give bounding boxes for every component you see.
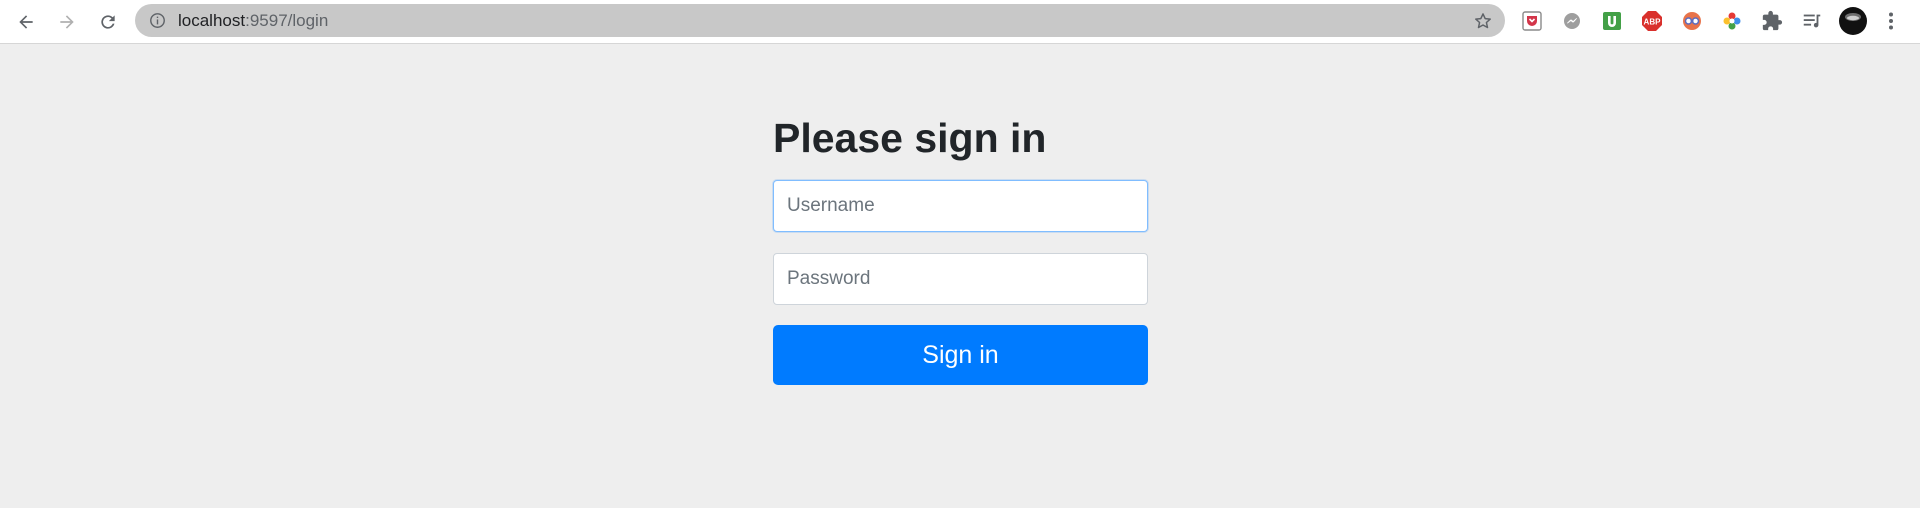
- browser-toolbar: localhost:9597/login ABP: [0, 0, 1920, 44]
- back-button[interactable]: [10, 6, 42, 38]
- url-host: localhost: [178, 11, 246, 30]
- forward-button[interactable]: [51, 6, 83, 38]
- url-text[interactable]: localhost:9597/login: [178, 4, 328, 37]
- address-bar[interactable]: localhost:9597/login: [135, 4, 1505, 37]
- pocket-extension-icon[interactable]: [1521, 10, 1543, 32]
- sign-in-button[interactable]: Sign in: [773, 325, 1148, 385]
- login-form: Please sign in Sign in: [773, 110, 1148, 385]
- page-title: Please sign in: [773, 115, 1047, 161]
- puzzle-extensions-icon[interactable]: [1761, 10, 1783, 32]
- svg-text:ABP: ABP: [1644, 18, 1662, 27]
- colorful-extension-icon[interactable]: [1721, 10, 1743, 32]
- menu-kebab-icon[interactable]: [1880, 10, 1902, 32]
- reading-list-icon[interactable]: [1801, 10, 1823, 32]
- reload-button[interactable]: [92, 6, 124, 38]
- password-input[interactable]: [773, 253, 1148, 305]
- bookmark-star-icon[interactable]: [1473, 11, 1493, 31]
- arrow-left-icon: [19, 15, 33, 29]
- username-input[interactable]: [773, 180, 1148, 232]
- reload-icon: [101, 15, 115, 29]
- profile-avatar-icon[interactable]: [1838, 6, 1868, 36]
- adblock-plus-extension-icon[interactable]: ABP: [1641, 10, 1663, 32]
- mask-extension-icon[interactable]: [1681, 10, 1703, 32]
- arrow-right-icon: [60, 15, 74, 29]
- ublock-extension-icon[interactable]: [1601, 10, 1623, 32]
- info-icon[interactable]: [149, 12, 166, 29]
- messenger-extension-icon[interactable]: [1561, 10, 1583, 32]
- url-path: :9597/login: [245, 11, 329, 30]
